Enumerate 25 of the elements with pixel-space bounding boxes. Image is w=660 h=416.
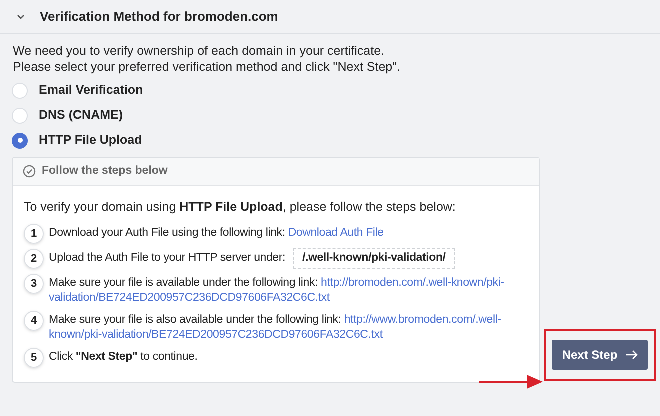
step-number: 3 [24,274,44,294]
step-text: Make sure your file is available under the following link: [49,276,318,289]
step-number: 5 [24,348,44,368]
section-title: Verification Method for bromoden.com [40,8,278,26]
radio-label[interactable]: DNS (CNAME) [39,106,124,125]
step-number: 4 [24,310,44,331]
download-link[interactable]: Download Auth File [288,226,384,239]
step-text: Click "Next Step" to continue. [49,350,198,363]
url-link[interactable]: http://www.bromoden.com/.well- [344,314,502,326]
step-number: 2 [24,248,44,269]
url-link[interactable]: validation/BE724ED200957C236DCD97606FA32C6C.txt [49,292,330,304]
intro-text: Please select your preferred verification method and click "Next Step". [13,59,402,75]
next-step-button[interactable]: Next Step [552,340,648,370]
url-link[interactable]: http://bromoden.com/.well-known/pki- [321,276,504,289]
step-number: 1 [24,224,44,244]
step-text: Upload the Auth File to your HTTP server under: [49,252,286,264]
step-text: Download your Auth File using the following link: [49,226,286,239]
url-link[interactable]: known/pki-validation/BE724ED200957C236DCD97606FA32C6C.txt [49,328,383,341]
radio-label[interactable]: HTTP File Upload [39,131,142,150]
instructions-text: To verify your domain using HTTP File Upload, please follow the steps below: [24,199,457,216]
intro-text: We need you to verify ownership of each domain in your certificate. [13,43,386,59]
panel-title: Follow the steps below [42,164,168,179]
path-code: /.well-known/pki-validation/ [293,248,455,269]
step-text: Make sure your file is also available under the following link: [49,314,342,326]
radio-label[interactable]: Email Verification [39,81,144,100]
